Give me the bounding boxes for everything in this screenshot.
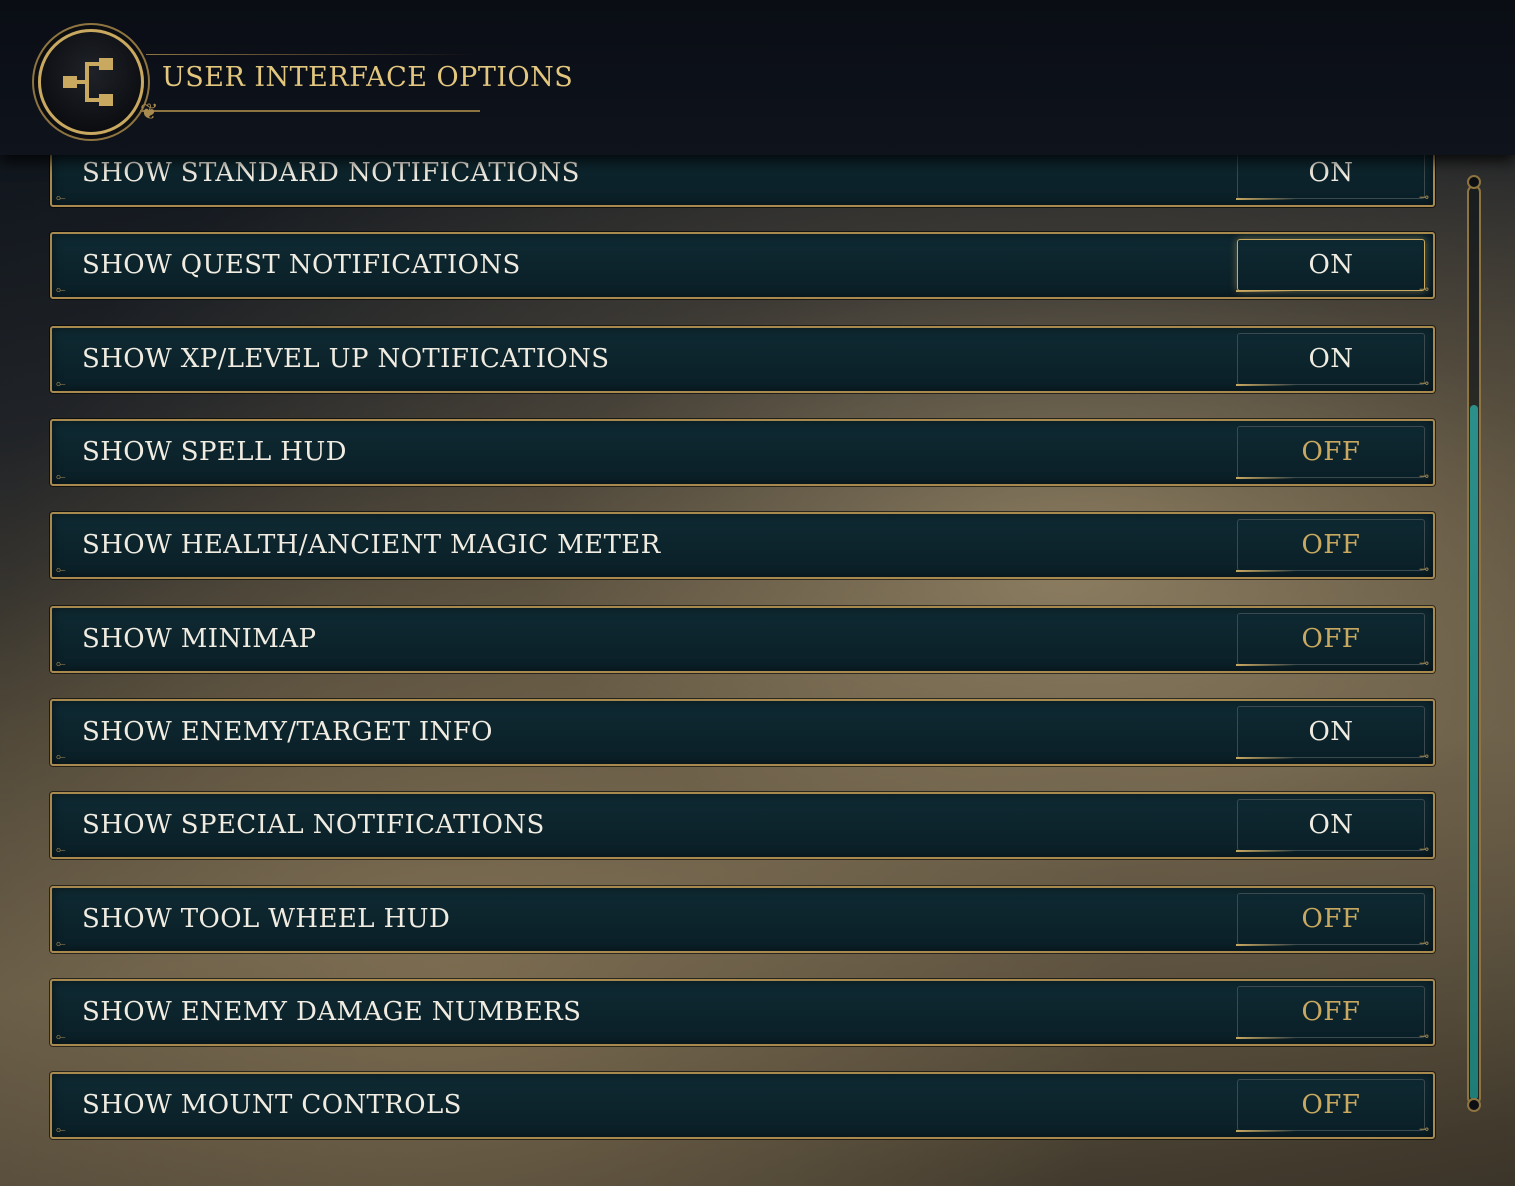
corner-flourish-icon: ⟜	[56, 749, 66, 763]
corner-flourish-icon: ⟜	[56, 190, 66, 204]
option-row-tool-wheel-hud[interactable]: SHOW TOOL WHEEL HUD OFF ⟜ ⊸	[50, 886, 1435, 953]
option-value-toggle[interactable]: OFF	[1236, 893, 1425, 946]
option-label: SHOW SPELL HUD	[82, 437, 347, 467]
option-value: ON	[1308, 810, 1354, 840]
option-value: ON	[1308, 250, 1354, 280]
option-row-quest-notifications[interactable]: SHOW QUEST NOTIFICATIONS ON ⟜ ⊸	[50, 232, 1435, 299]
corner-flourish-icon: ⟜	[56, 936, 66, 950]
option-label: SHOW XP/LEVEL UP NOTIFICATIONS	[82, 344, 610, 374]
corner-flourish-icon: ⟜	[56, 842, 66, 856]
section-badge	[38, 29, 144, 135]
scrollbar-cap-bottom	[1467, 1098, 1481, 1112]
option-value: OFF	[1301, 437, 1361, 467]
option-value: ON	[1308, 344, 1354, 374]
option-value: OFF	[1301, 624, 1361, 654]
option-value: OFF	[1301, 997, 1361, 1027]
option-value: ON	[1308, 158, 1354, 188]
option-label: SHOW ENEMY DAMAGE NUMBERS	[82, 997, 582, 1027]
title-flourish-icon: ❦	[140, 100, 159, 125]
corner-flourish-icon: ⟜	[56, 562, 66, 576]
option-value: OFF	[1301, 904, 1361, 934]
option-label: SHOW MOUNT CONTROLS	[82, 1090, 462, 1120]
option-value-toggle[interactable]: OFF	[1236, 519, 1425, 572]
corner-flourish-icon: ⊸	[1418, 936, 1429, 950]
option-row-special-notifications[interactable]: SHOW SPECIAL NOTIFICATIONS ON ⟜ ⊸	[50, 792, 1435, 859]
option-label: SHOW ENEMY/TARGET INFO	[82, 717, 493, 747]
options-list: SHOW STANDARD NOTIFICATIONS ON ⟜ ⊸ SHOW Q…	[0, 0, 1460, 1186]
corner-flourish-icon: ⊸	[1418, 749, 1429, 763]
option-row-enemy-damage-numbers[interactable]: SHOW ENEMY DAMAGE NUMBERS OFF ⟜ ⊸	[50, 979, 1435, 1046]
option-label: SHOW QUEST NOTIFICATIONS	[82, 250, 521, 280]
option-value-toggle[interactable]: OFF	[1236, 1079, 1425, 1132]
option-value: ON	[1308, 717, 1354, 747]
option-value-toggle[interactable]: OFF	[1236, 986, 1425, 1039]
option-value-toggle[interactable]: ON	[1236, 799, 1425, 852]
scrollbar-thumb[interactable]	[1470, 405, 1478, 1100]
header-bar: USER INTERFACE OPTIONS ❦	[0, 0, 1515, 155]
corner-flourish-icon: ⟜	[56, 469, 66, 483]
corner-flourish-icon: ⊸	[1418, 842, 1429, 856]
option-row-xp-level-up-notifications[interactable]: SHOW XP/LEVEL UP NOTIFICATIONS ON ⟜ ⊸	[50, 326, 1435, 393]
corner-flourish-icon: ⟜	[56, 376, 66, 390]
page-title: USER INTERFACE OPTIONS	[162, 62, 574, 93]
option-row-spell-hud[interactable]: SHOW SPELL HUD OFF ⟜ ⊸	[50, 419, 1435, 486]
option-value: OFF	[1301, 1090, 1361, 1120]
option-value: OFF	[1301, 530, 1361, 560]
option-value-toggle[interactable]: ON	[1236, 706, 1425, 759]
corner-flourish-icon: ⊸	[1418, 282, 1429, 296]
option-value-toggle[interactable]: ON	[1236, 333, 1425, 386]
option-value-toggle[interactable]: ON	[1236, 239, 1425, 292]
scrollbar-cap-top	[1467, 175, 1481, 189]
option-label: SHOW HEALTH/ANCIENT MAGIC METER	[82, 530, 661, 560]
option-row-mount-controls[interactable]: SHOW MOUNT CONTROLS OFF ⟜ ⊸	[50, 1072, 1435, 1139]
corner-flourish-icon: ⊸	[1418, 1122, 1429, 1136]
corner-flourish-icon: ⊸	[1418, 656, 1429, 670]
corner-flourish-icon: ⊸	[1418, 190, 1429, 204]
corner-flourish-icon: ⊸	[1418, 376, 1429, 390]
corner-flourish-icon: ⊸	[1418, 469, 1429, 483]
option-value-toggle[interactable]: OFF	[1236, 613, 1425, 666]
corner-flourish-icon: ⟜	[56, 282, 66, 296]
corner-flourish-icon: ⟜	[56, 656, 66, 670]
option-label: SHOW TOOL WHEEL HUD	[82, 904, 451, 934]
tree-branch-icon	[63, 58, 113, 106]
option-label: SHOW MINIMAP	[82, 624, 317, 654]
option-row-health-ancient-magic-meter[interactable]: SHOW HEALTH/ANCIENT MAGIC METER OFF ⟜ ⊸	[50, 512, 1435, 579]
option-label: SHOW SPECIAL NOTIFICATIONS	[82, 810, 545, 840]
corner-flourish-icon: ⊸	[1418, 1029, 1429, 1043]
corner-flourish-icon: ⟜	[56, 1122, 66, 1136]
option-row-minimap[interactable]: SHOW MINIMAP OFF ⟜ ⊸	[50, 606, 1435, 673]
corner-flourish-icon: ⟜	[56, 1029, 66, 1043]
option-value-toggle[interactable]: OFF	[1236, 426, 1425, 479]
corner-flourish-icon: ⊸	[1418, 562, 1429, 576]
option-row-enemy-target-info[interactable]: SHOW ENEMY/TARGET INFO ON ⟜ ⊸	[50, 699, 1435, 766]
